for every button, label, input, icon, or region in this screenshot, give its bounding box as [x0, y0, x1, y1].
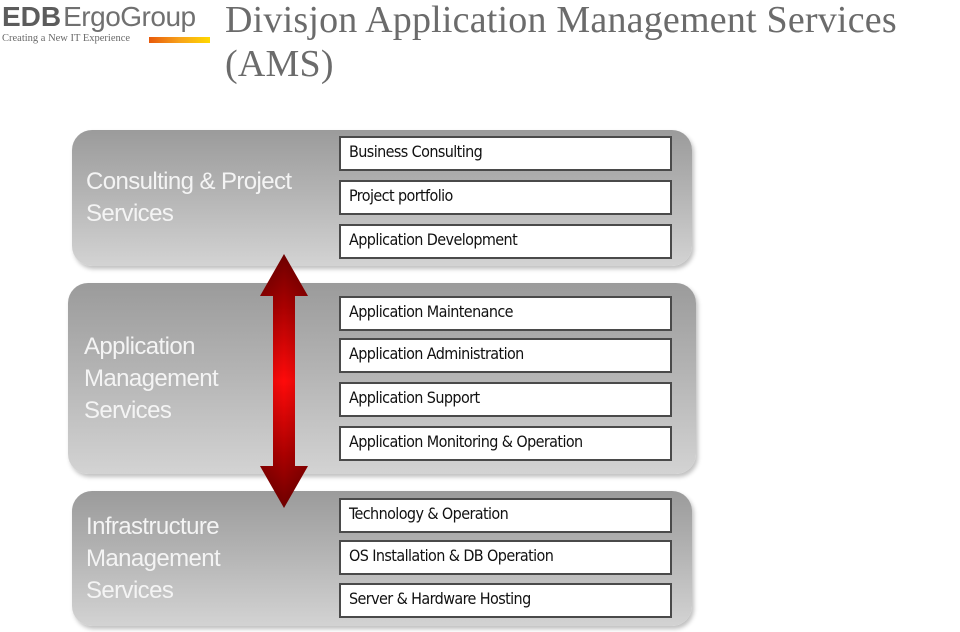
service-box: OS Installation & DB Operation [339, 540, 672, 575]
panel-label: Application Management Services [84, 333, 219, 424]
service-box: Project portfolio [339, 180, 672, 215]
logo-wordmark: EDBErgoGroup [2, 2, 196, 32]
company-logo: EDBErgoGroup Creating a New IT Experienc… [2, 0, 217, 50]
service-box: Application Administration [339, 338, 672, 373]
logo-tagline: Creating a New IT Experience [2, 33, 131, 44]
arrow-shading [260, 254, 308, 508]
panel-label: Infrastructure Management Services [86, 513, 221, 604]
logo-brand-bold: EDB [2, 1, 62, 32]
panel-label: Consulting & Project Services [86, 168, 292, 227]
service-box: Application Monitoring & Operation [339, 426, 672, 461]
logo-gradient-bar [149, 37, 210, 43]
service-box: Application Support [339, 382, 672, 417]
page-title: Divisjon Application Management Services… [225, 0, 897, 85]
service-box: Application Development [339, 224, 672, 259]
service-box: Application Maintenance [339, 296, 672, 331]
service-box: Technology & Operation [339, 498, 672, 533]
logo-brand-light: ErgoGroup [63, 1, 196, 32]
service-box: Server & Hardware Hosting [339, 583, 672, 618]
service-box: Business Consulting [339, 136, 672, 171]
double-headed-arrow-icon [260, 254, 308, 508]
